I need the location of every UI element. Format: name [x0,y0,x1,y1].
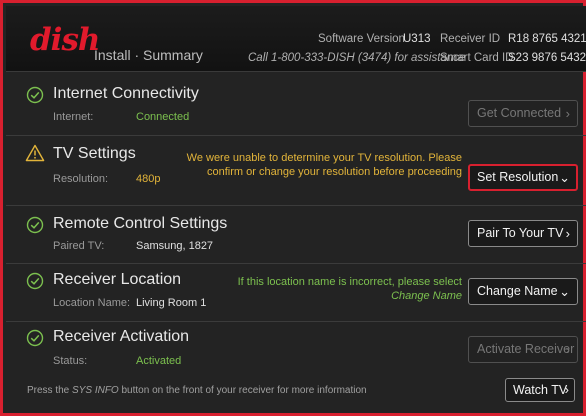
resolution-value: 480p [136,173,161,185]
assistance-phone: Call 1-800-333-DISH (3474) for assistanc… [248,52,466,64]
button-label: Change Name [477,284,558,298]
page-title: Install · Summary [94,47,203,63]
chevron-down-icon: ⌄ [559,170,570,185]
warning-icon [25,144,45,162]
internet-status: Connected [136,111,190,123]
note-prefix: Press the [27,385,73,396]
button-label: Set Resolution [477,170,559,184]
hint-line-1: If this location name is incorrect, plea… [237,276,462,288]
activate-receiver-button[interactable]: Activate Receiver › [468,336,578,363]
row-label: Internet: [53,111,94,123]
warning-line-2: confirm or change your resolution before… [207,166,462,178]
note-emphasis: SYS INFO [72,385,119,396]
receiver-location-row: Receiver Location Location Name: Living … [6,263,586,322]
row-title: Receiver Location [53,271,182,288]
row-label: Paired TV: [53,240,105,252]
check-circle-icon [26,272,44,290]
location-hint-message: If this location name is incorrect, plea… [238,275,462,303]
chevron-right-icon: › [564,382,569,397]
watch-tv-button[interactable]: Watch TV › [505,378,575,402]
receiver-id-value: R18 8765 4321 [508,33,586,45]
warning-line-1: We were unable to determine your TV reso… [186,152,462,164]
remote-control-row: Remote Control Settings Paired TV: Samsu… [6,205,586,264]
internet-connectivity-row: Internet Connectivity Internet: Connecte… [6,73,586,136]
chevron-right-icon: › [565,226,570,241]
software-version-value: U313 [403,33,431,45]
button-label: Watch TV [513,383,568,397]
note-suffix: button on the front of your receiver for… [118,385,367,396]
row-title: Internet Connectivity [53,85,199,102]
software-version-label: Software Version [318,33,405,45]
chevron-right-icon: › [565,342,570,357]
button-label: Get Connected [477,106,562,120]
row-title: TV Settings [53,145,136,162]
check-circle-icon [26,86,44,104]
paired-tv-value: Samsung, 1827 [136,240,214,252]
chevron-right-icon: › [565,106,570,121]
set-resolution-button[interactable]: Set Resolution ⌄ [468,164,578,191]
resolution-warning-message: We were unable to determine your TV reso… [187,151,462,179]
install-summary-screen: dish Install · Summary Software Version … [0,0,586,416]
button-label: Activate Receiver [477,342,575,356]
get-connected-button[interactable]: Get Connected › [468,100,578,127]
row-title: Remote Control Settings [53,215,228,232]
check-circle-icon [26,329,44,347]
check-circle-icon [26,216,44,234]
row-title: Receiver Activation [53,328,190,345]
smart-card-label: Smart Card ID [440,52,514,64]
change-name-button[interactable]: Change Name ⌄ [468,278,578,305]
location-name-value: Living Room 1 [136,297,207,309]
sys-info-note: Press the SYS INFO button on the front o… [27,385,367,396]
chevron-down-icon: ⌄ [559,284,570,299]
header-bar: dish Install · Summary Software Version … [6,6,586,72]
smart-card-value: S23 9876 5432 [508,52,586,64]
row-label: Resolution: [53,173,109,185]
tv-settings-row: TV Settings Resolution: 480p We were una… [6,135,586,206]
activation-status-value: Activated [136,355,182,367]
pair-to-tv-button[interactable]: Pair To Your TV › [468,220,578,247]
row-label: Status: [53,355,88,367]
row-label: Location Name: [53,297,131,309]
dish-logo: dish [30,22,100,58]
change-name-link[interactable]: Change Name [238,289,462,303]
button-label: Pair To Your TV [477,226,564,240]
receiver-activation-row: Receiver Activation Status: Activated Ac… [6,321,586,375]
receiver-id-label: Receiver ID [440,33,501,45]
